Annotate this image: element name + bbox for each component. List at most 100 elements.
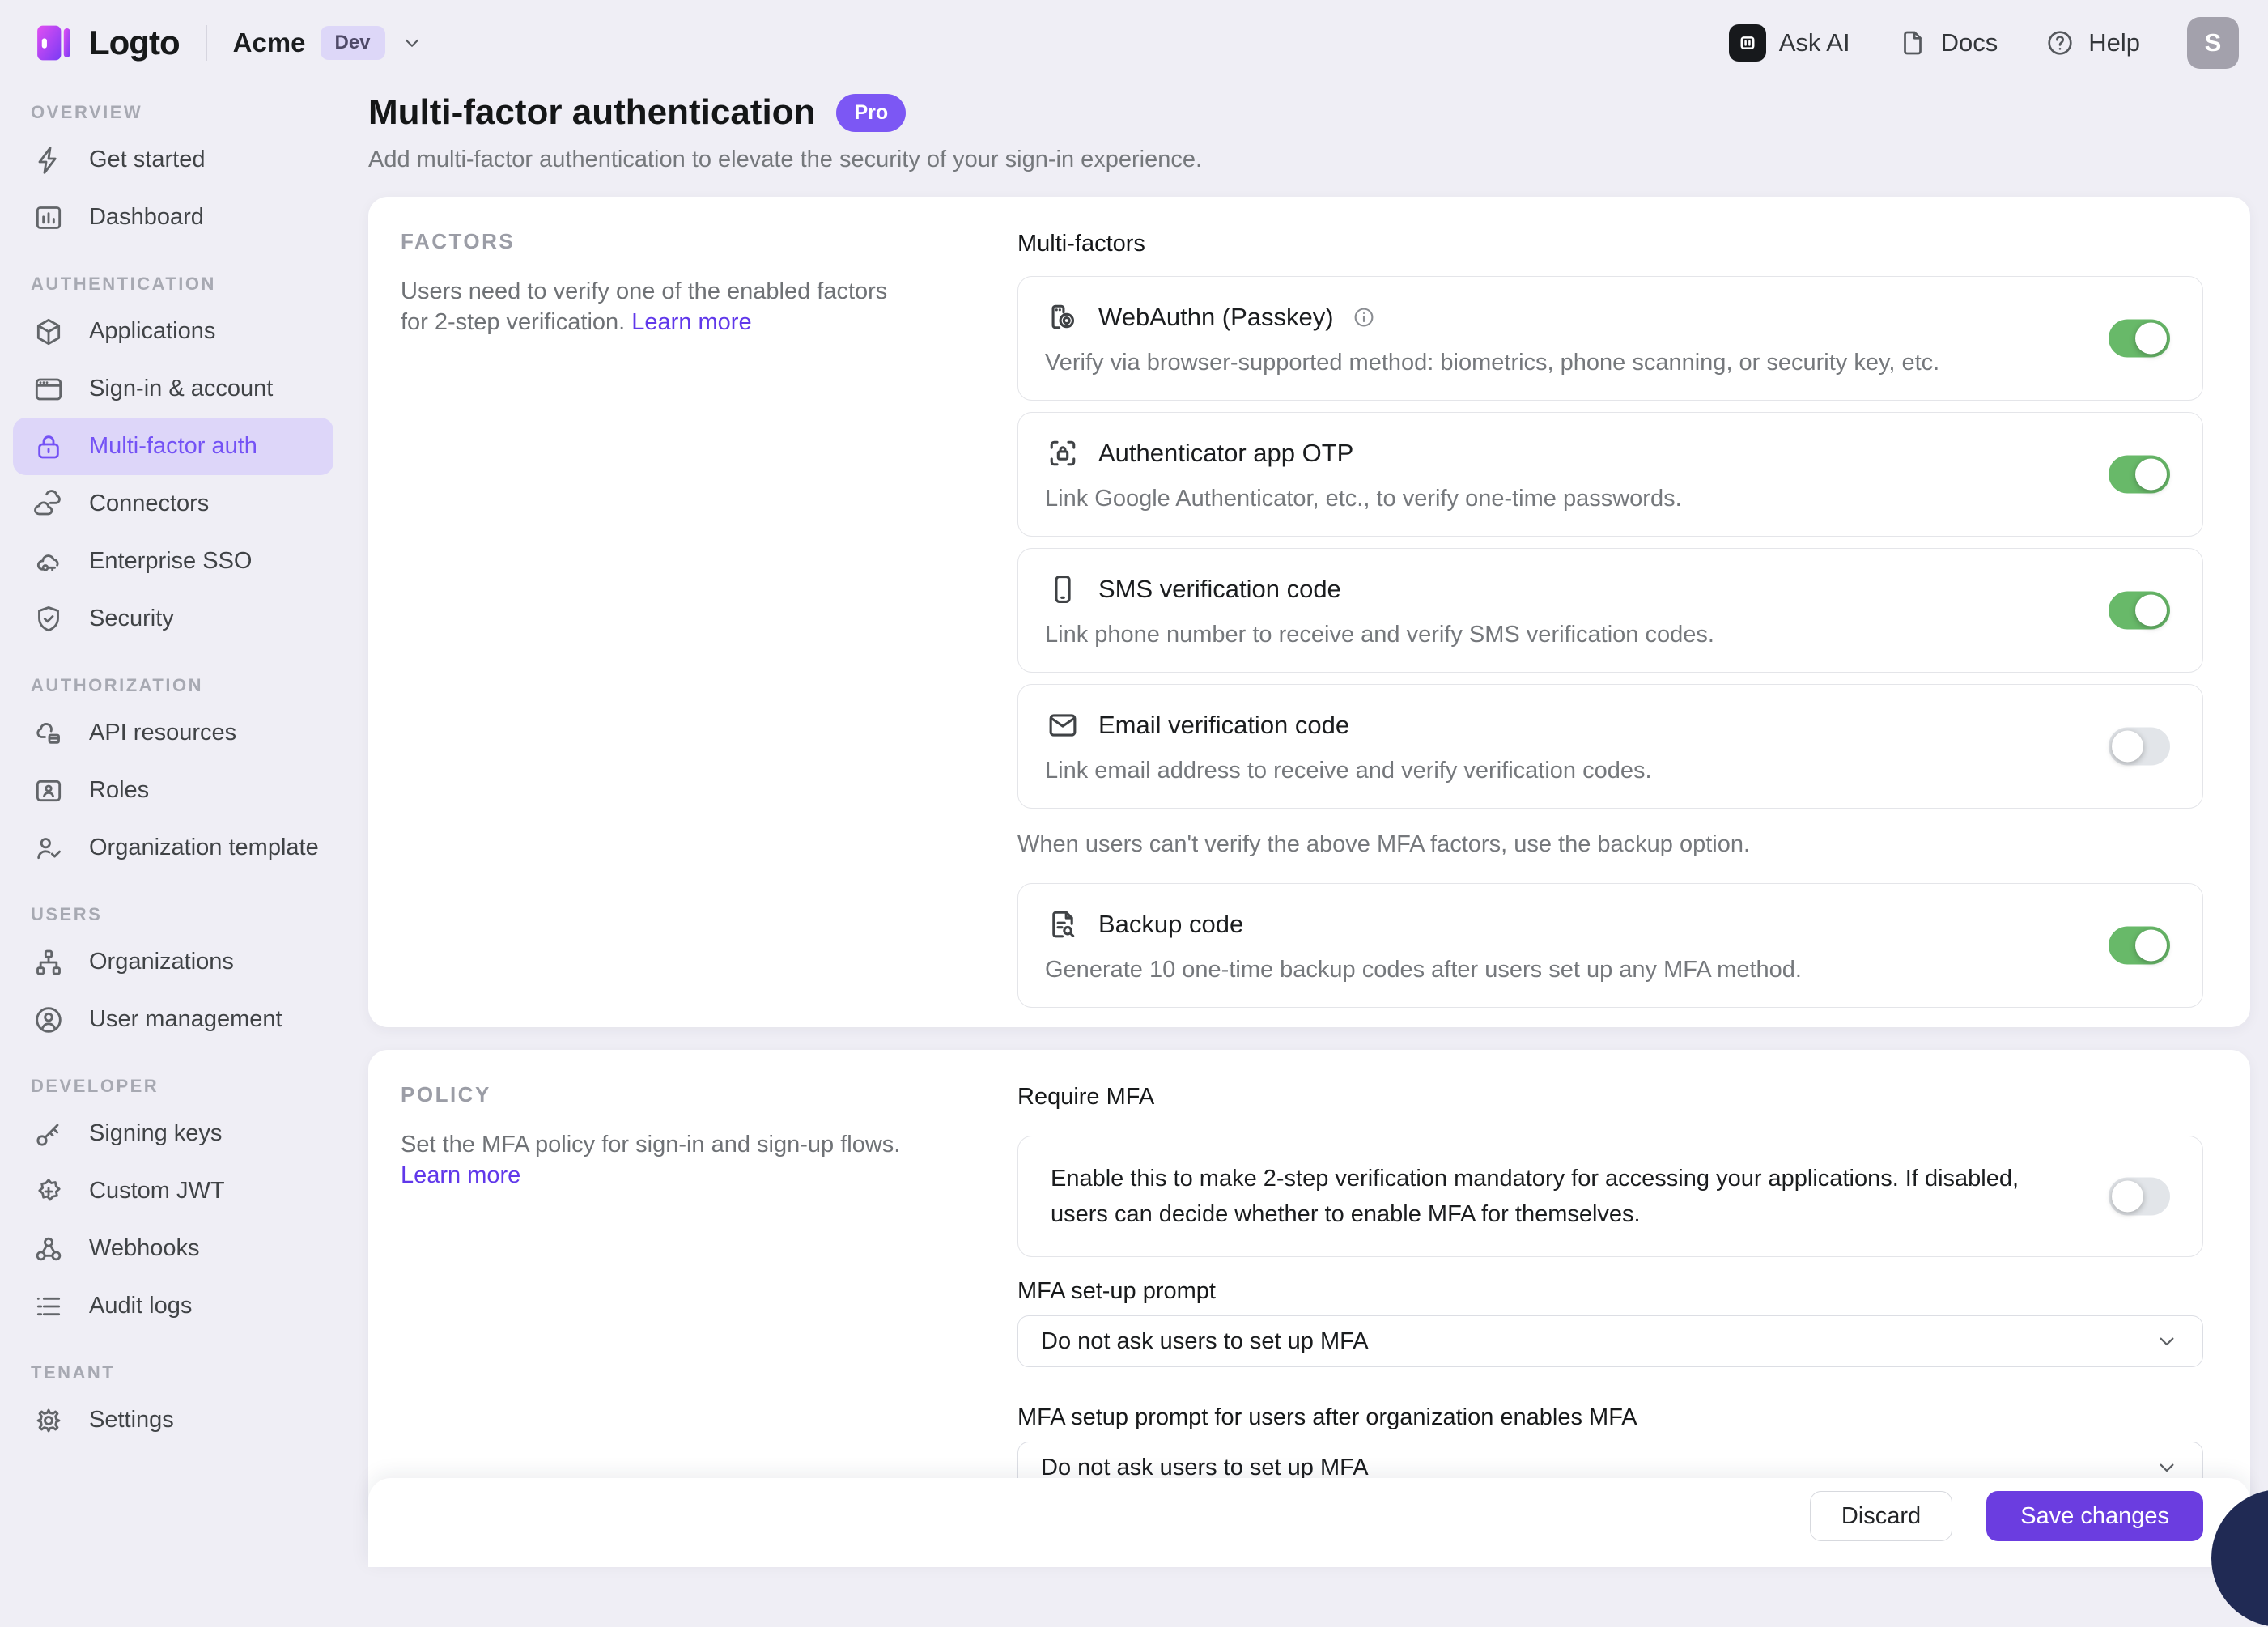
factor-title: Email verification code — [1098, 709, 1349, 741]
factor-title: Backup code — [1098, 908, 1243, 941]
backup-code-icon — [1045, 907, 1081, 942]
discard-button[interactable]: Discard — [1810, 1491, 1952, 1541]
clouds-icon — [32, 488, 65, 520]
factor-title: Authenticator app OTP — [1098, 437, 1353, 469]
sidebar-item-settings[interactable]: Settings — [13, 1391, 333, 1449]
email-toggle[interactable] — [2109, 728, 2170, 766]
lock-icon — [32, 431, 65, 463]
factor-row-authenticator-otp: Authenticator app OTP Link Google Authen… — [1017, 412, 2203, 537]
tenant-selector[interactable]: Acme Dev — [233, 26, 424, 60]
factors-learn-more-link[interactable]: Learn more — [631, 309, 751, 335]
sidebar-item-webhooks[interactable]: Webhooks — [13, 1220, 333, 1277]
chevron-down-icon — [400, 31, 424, 55]
factor-description: Link Google Authenticator, etc., to veri… — [1045, 484, 2057, 513]
help-icon — [2045, 28, 2075, 58]
webauthn-toggle[interactable] — [2109, 320, 2170, 358]
sidebar-item-label: Security — [89, 605, 174, 632]
sidebar-section-users: USERS — [31, 904, 333, 925]
main-content: Multi-factor authentication Pro Add mult… — [348, 86, 2268, 1546]
policy-section-label: POLICY — [401, 1082, 1008, 1107]
cloud-key-icon — [32, 546, 65, 578]
sidebar-item-security[interactable]: Security — [13, 590, 333, 648]
docs-button[interactable]: Docs — [1897, 28, 1998, 58]
factor-row-sms: SMS verification code Link phone number … — [1017, 548, 2203, 673]
list-icon — [32, 1290, 65, 1323]
factors-section-label: FACTORS — [401, 229, 1008, 253]
sidebar-item-label: User management — [89, 1006, 282, 1033]
save-bar: Discard Save changes — [368, 1478, 2250, 1567]
sidebar-item-label: Connectors — [89, 491, 209, 517]
factor-row-backup-code: Backup code Generate 10 one-time backup … — [1017, 883, 2203, 1008]
factors-card: FACTORS Users need to verify one of the … — [368, 197, 2250, 1027]
ask-ai-button[interactable]: Ask AI — [1729, 24, 1850, 62]
sidebar-item-get-started[interactable]: Get started — [13, 131, 333, 189]
multi-factors-heading: Multi-factors — [1017, 229, 2203, 258]
backup-option-note: When users can't verify the above MFA fa… — [1017, 830, 2203, 859]
mfa-setup-prompt-select[interactable]: Do not ask users to set up MFA — [1017, 1315, 2203, 1367]
require-mfa-label: Require MFA — [1017, 1082, 2203, 1111]
ask-ai-icon — [1729, 24, 1766, 62]
require-mfa-toggle[interactable] — [2109, 1178, 2170, 1216]
sidebar-item-custom-jwt[interactable]: Custom JWT — [13, 1162, 333, 1220]
sidebar-item-label: API resources — [89, 720, 236, 746]
policy-learn-more-link[interactable]: Learn more — [401, 1162, 520, 1188]
require-mfa-box: Enable this to make 2-step verification … — [1017, 1136, 2203, 1257]
factor-row-webauthn: WebAuthn (Passkey) Verify via browser-su… — [1017, 276, 2203, 401]
sidebar-item-label: Roles — [89, 777, 149, 804]
policy-description-text: Set the MFA policy for sign-in and sign-… — [401, 1132, 900, 1158]
mfa-setup-prompt-label: MFA set-up prompt — [1017, 1277, 2203, 1306]
factor-description: Verify via browser-supported method: bio… — [1045, 348, 2057, 377]
backup-code-toggle[interactable] — [2109, 927, 2170, 965]
sidebar-item-applications[interactable]: Applications — [13, 303, 333, 360]
sidebar-section-overview: OVERVIEW — [31, 102, 333, 123]
phone-icon — [1045, 571, 1081, 607]
logo[interactable]: Logto — [29, 21, 180, 65]
ask-ai-label: Ask AI — [1779, 28, 1850, 57]
avatar[interactable]: S — [2187, 17, 2239, 69]
sidebar-item-connectors[interactable]: Connectors — [13, 475, 333, 533]
sidebar-item-audit-logs[interactable]: Audit logs — [13, 1277, 333, 1335]
sidebar-item-label: Get started — [89, 147, 205, 173]
factor-description: Link phone number to receive and verify … — [1045, 620, 2057, 649]
sidebar-item-user-management[interactable]: User management — [13, 991, 333, 1048]
user-circle-icon — [32, 1004, 65, 1036]
authenticator-otp-toggle[interactable] — [2109, 456, 2170, 494]
sms-toggle[interactable] — [2109, 592, 2170, 630]
sidebar-item-enterprise-sso[interactable]: Enterprise SSO — [13, 533, 333, 590]
authenticator-otp-icon — [1045, 435, 1081, 471]
api-resources-icon — [32, 717, 65, 750]
sidebar-item-signing-keys[interactable]: Signing keys — [13, 1105, 333, 1162]
sidebar-item-organization-template[interactable]: Organization template — [13, 819, 333, 877]
chevron-down-icon — [2154, 1455, 2180, 1480]
sidebar-section-authentication: AUTHENTICATION — [31, 274, 333, 295]
sidebar-item-multi-factor-auth[interactable]: Multi-factor auth — [13, 418, 333, 475]
sidebar-item-dashboard[interactable]: Dashboard — [13, 189, 333, 246]
sidebar-item-organizations[interactable]: Organizations — [13, 933, 333, 991]
help-button[interactable]: Help — [2045, 28, 2140, 58]
webhook-icon — [32, 1233, 65, 1265]
mfa-org-prompt-label: MFA setup prompt for users after organiz… — [1017, 1403, 2203, 1432]
factor-title: SMS verification code — [1098, 573, 1341, 605]
mfa-setup-prompt-value: Do not ask users to set up MFA — [1041, 1328, 1369, 1355]
policy-card: POLICY Set the MFA policy for sign-in an… — [368, 1050, 2250, 1523]
info-icon[interactable] — [1352, 305, 1376, 329]
factor-row-email: Email verification code Link email addre… — [1017, 684, 2203, 809]
gear-icon — [32, 1404, 65, 1437]
sidebar-item-label: Organizations — [89, 949, 234, 975]
cube-icon — [32, 316, 65, 348]
sidebar-item-label: Settings — [89, 1407, 174, 1434]
save-changes-button[interactable]: Save changes — [1986, 1491, 2203, 1541]
sidebar-section-developer: DEVELOPER — [31, 1076, 333, 1097]
sidebar-item-sign-in-account[interactable]: Sign-in & account — [13, 360, 333, 418]
shield-icon — [32, 603, 65, 635]
jwt-badge-icon — [32, 1175, 65, 1208]
sidebar-item-label: Multi-factor auth — [89, 433, 257, 460]
logo-text: Logto — [89, 23, 180, 62]
sidebar-item-label: Organization template — [89, 835, 319, 861]
sidebar-item-roles[interactable]: Roles — [13, 762, 333, 819]
help-label: Help — [2088, 28, 2140, 57]
top-bar: Logto Acme Dev Ask AI Docs Help S — [0, 0, 2268, 86]
factor-description: Link email address to receive and verify… — [1045, 756, 2057, 785]
org-chart-icon — [32, 946, 65, 979]
sidebar-item-api-resources[interactable]: API resources — [13, 704, 333, 762]
